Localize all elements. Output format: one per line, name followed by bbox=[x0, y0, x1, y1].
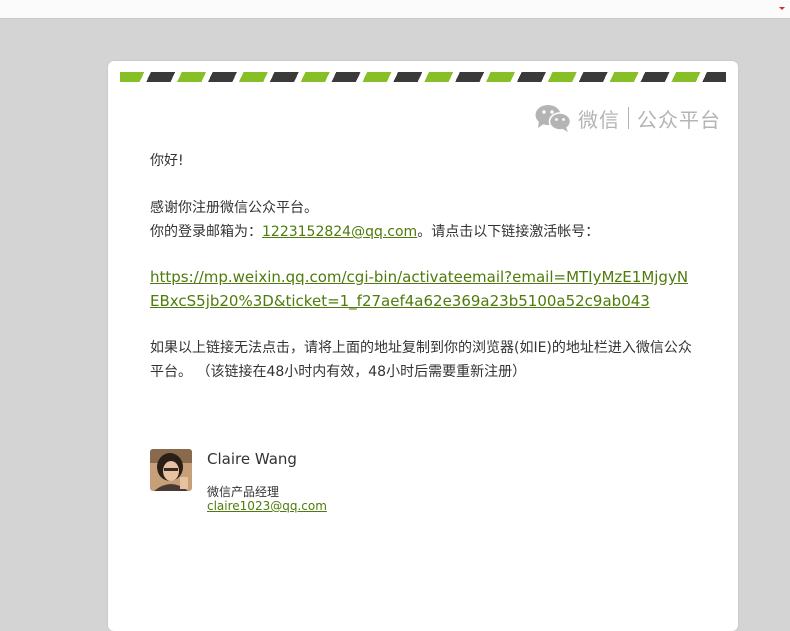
airmail-stripe-border bbox=[120, 72, 726, 82]
brand-name: 微信 bbox=[578, 107, 620, 132]
note-text: 如果以上链接无法点击，请将上面的地址复制到你的浏览器(如IE)的地址栏进入微信公… bbox=[150, 340, 692, 380]
dropdown-arrow-icon[interactable] bbox=[779, 7, 785, 10]
brand-divider bbox=[628, 107, 629, 129]
login-suffix-text: 。请点击以下链接激活帐号： bbox=[417, 224, 600, 240]
signature-email-link[interactable]: claire1023@qq.com bbox=[207, 499, 327, 513]
wechat-brand-header: 微信 公众平台 bbox=[534, 102, 721, 134]
wechat-logo-icon bbox=[534, 103, 572, 133]
activation-link[interactable]: https://mp.weixin.qq.com/cgi-bin/activat… bbox=[150, 268, 688, 310]
thanks-text: 感谢你注册微信公众平台。 bbox=[150, 200, 318, 216]
email-card: 微信 公众平台 你好! 感谢你注册微信公众平台。 你的登录邮箱为：1223152… bbox=[108, 61, 738, 631]
brand-subtitle: 公众平台 bbox=[637, 107, 721, 132]
browser-top-bar bbox=[0, 0, 790, 19]
signature-email-wrapper: claire1023@qq.com bbox=[207, 499, 327, 513]
greeting-text: 你好! bbox=[150, 153, 184, 169]
login-email-line: 你的登录邮箱为：1223152824@qq.com。请点击以下链接激活帐号： bbox=[150, 220, 599, 244]
activation-paragraph: https://mp.weixin.qq.com/cgi-bin/activat… bbox=[150, 265, 695, 313]
avatar bbox=[150, 449, 192, 491]
signature-name: Claire Wang bbox=[207, 450, 297, 468]
login-email-link[interactable]: 1223152824@qq.com bbox=[262, 224, 417, 240]
signature-title: 微信产品经理 bbox=[207, 485, 280, 499]
login-prefix-text: 你的登录邮箱为： bbox=[150, 224, 262, 240]
